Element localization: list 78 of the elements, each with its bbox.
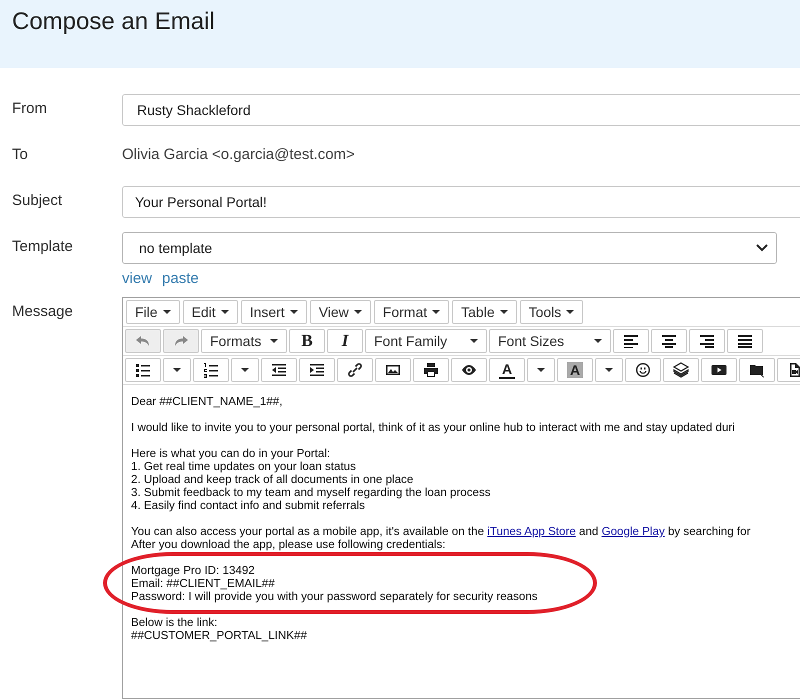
chevron-icon	[756, 244, 768, 252]
field-label: From	[12, 99, 48, 117]
video-icon	[711, 362, 727, 378]
email-text: Password: I will provide you with your password separately for security reasons	[131, 590, 539, 603]
email-text: ##CUSTOMER_PORTAL_LINK##	[131, 629, 308, 642]
field-label: Template	[12, 237, 74, 255]
numbers-button[interactable]	[193, 358, 229, 382]
eye-icon	[461, 362, 477, 378]
link-icon	[347, 362, 363, 378]
store-link[interactable]: Google Play	[602, 525, 665, 538]
justify-button[interactable]	[727, 329, 763, 353]
template-link[interactable]: view	[122, 270, 152, 287]
align-center-icon	[661, 333, 677, 349]
email-text: You can also access your portal as a mobile app, it's available on the iTunes App Store and Google Play by searching for	[131, 525, 752, 538]
menu-button[interactable]: File	[126, 300, 180, 324]
italic-button[interactable]: I	[327, 329, 363, 353]
bold-button[interactable]: B	[289, 329, 325, 353]
print-icon	[423, 362, 439, 378]
outdent-button[interactable]	[261, 358, 297, 382]
from-field[interactable]: Rusty Shackleford	[122, 94, 800, 126]
layers-button[interactable]	[663, 358, 699, 382]
print-button[interactable]	[413, 358, 449, 382]
bullets-button[interactable]	[125, 358, 161, 382]
image-button[interactable]	[375, 358, 411, 382]
indent-icon	[309, 362, 325, 378]
text-color-button[interactable]: A	[489, 358, 525, 382]
recipient-text: Olivia Garcia <o.garcia@test.com>	[122, 145, 355, 163]
email-text: I would like to invite you to your personal portal, think of it as your online hub to interact with me and stay updated duri	[131, 421, 736, 434]
page-title: Compose an Email	[12, 8, 215, 36]
email-text: After you download the app, please use following credentials:	[131, 538, 447, 551]
align-right-icon	[699, 333, 715, 349]
indent-button[interactable]	[299, 358, 335, 382]
email-text: Dear ##CLIENT_NAME_1##,	[131, 395, 284, 408]
menu-button[interactable]: Table	[452, 300, 517, 324]
align-center-button[interactable]	[651, 329, 687, 353]
dropdown-toggle[interactable]	[231, 358, 259, 382]
field-label: To	[12, 145, 29, 163]
file-icon	[787, 362, 800, 378]
field-label: Subject	[12, 191, 64, 209]
outdent-icon	[271, 362, 287, 378]
dropdown-toggle[interactable]	[595, 358, 623, 382]
video-button[interactable]	[701, 358, 737, 382]
template-dropdown[interactable]: no template	[122, 232, 777, 264]
dropdown-toggle[interactable]	[163, 358, 191, 382]
email-text: 4. Easily find contact info and submit referrals	[131, 499, 366, 512]
email-text: 3. Submit feedback to my team and myself regarding the loan process	[131, 486, 492, 499]
field-label: Message	[12, 302, 74, 320]
smiley-button[interactable]	[625, 358, 661, 382]
menu-button[interactable]: Tools	[520, 300, 584, 324]
bullets-icon	[135, 362, 151, 378]
menu-button[interactable]: Edit	[182, 300, 238, 324]
subject-field[interactable]: Your Personal Portal!	[122, 186, 800, 218]
align-left-icon	[623, 333, 639, 349]
email-text: Here is what you can do in your Portal:	[131, 447, 332, 460]
store-link[interactable]: iTunes App Store	[487, 525, 576, 538]
layers-icon	[673, 362, 689, 378]
numbers-icon	[203, 362, 219, 378]
menu-button[interactable]: View	[310, 300, 371, 324]
menu-button[interactable]: Format	[374, 300, 450, 324]
dropdown-toggle[interactable]	[527, 358, 555, 382]
smiley-icon	[635, 362, 651, 378]
email-text: 1. Get real time updates on your loan status	[131, 460, 357, 473]
toolbar-dropdown[interactable]: Formats	[201, 329, 287, 353]
toolbar-dropdown[interactable]: Font Family	[365, 329, 487, 353]
template-link[interactable]: paste	[162, 270, 199, 287]
email-text: 2. Upload and keep track of all documents in one place	[131, 473, 414, 486]
image-icon	[385, 362, 401, 378]
align-right-button[interactable]	[689, 329, 725, 353]
link-button[interactable]	[337, 358, 373, 382]
email-text: Below is the link:	[131, 616, 218, 629]
email-text: Email: ##CLIENT_EMAIL##	[131, 577, 276, 590]
align-left-button[interactable]	[613, 329, 649, 353]
menu-button[interactable]: Insert	[240, 300, 307, 324]
back-color-button[interactable]: A	[557, 358, 593, 382]
justify-icon	[737, 333, 753, 349]
email-text: Mortgage Pro ID: 13492	[131, 564, 256, 577]
eye-button[interactable]	[451, 358, 487, 382]
toolbar-dropdown[interactable]: Font Sizes	[489, 329, 611, 353]
